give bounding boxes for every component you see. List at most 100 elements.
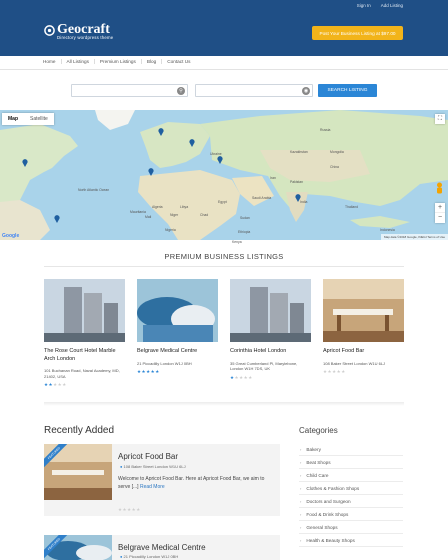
- category-item[interactable]: › Health & Beauty Shops: [299, 534, 403, 547]
- star-icon: ★: [336, 369, 341, 374]
- star-icon: ★: [230, 374, 235, 380]
- search-listing-button[interactable]: SEARCH LISTING: [318, 84, 377, 97]
- map-marker[interactable]: [217, 156, 223, 164]
- keyword-input[interactable]: ⚲: [71, 84, 188, 97]
- category-item[interactable]: › General Shops: [299, 521, 403, 534]
- bullet-icon: ›: [300, 524, 302, 530]
- map-place-label: Niger: [170, 213, 179, 217]
- star-icon: ★: [57, 382, 62, 387]
- nav-blog[interactable]: Blog: [142, 59, 163, 64]
- category-label[interactable]: General Shops: [306, 525, 337, 530]
- bullet-icon: ›: [300, 459, 302, 465]
- listing-title[interactable]: Belgrave Medical Centre: [118, 543, 206, 552]
- premium-card[interactable]: Corinthia Hotel London 35 Great Cumberla…: [230, 279, 311, 380]
- read-more-link[interactable]: Read More: [140, 484, 165, 490]
- listing-photo[interactable]: [137, 279, 218, 342]
- recent-listing[interactable]: FEATURED Belgrave Medical Centre ● 21 Pi…: [44, 535, 280, 560]
- map-marker[interactable]: [189, 139, 195, 147]
- zoom-in-button[interactable]: +: [435, 203, 445, 213]
- rating-stars: ★ ★ ★ ★ ★: [323, 369, 404, 374]
- add-listing-link[interactable]: Add Listing: [381, 3, 403, 8]
- map-marker[interactable]: [158, 128, 164, 136]
- sign-in-link[interactable]: Sign In: [357, 3, 371, 8]
- listing-address: 21 Piccadilly London W1J 0BH: [137, 360, 192, 366]
- map-place-label: India: [300, 200, 308, 204]
- map-marker[interactable]: [54, 215, 60, 223]
- bullet-icon: ›: [300, 511, 302, 517]
- star-icon: ★: [118, 507, 123, 512]
- category-item[interactable]: › Child Care: [299, 469, 403, 482]
- star-icon: ★: [155, 369, 160, 374]
- rating-stars: ★ ★ ★ ★ ★: [118, 507, 140, 512]
- premium-card[interactable]: Belgrave Medical Centre 21 Piccadilly Lo…: [137, 279, 218, 374]
- star-icon: ★: [62, 382, 67, 387]
- listing-address: ● 108 Baker Street London W1U 6LJ: [120, 464, 186, 469]
- category-item[interactable]: › Clothes & Fashion Shops: [299, 482, 403, 495]
- location-input[interactable]: ◉: [195, 84, 313, 97]
- nav-all-listings[interactable]: All Listings: [62, 59, 95, 64]
- main-nav: Home All Listings Premium Listings Blog …: [0, 56, 448, 70]
- star-icon: ★: [127, 507, 132, 512]
- category-item[interactable]: › Beat Shops: [299, 456, 403, 469]
- recent-section-title: Recently Added: [44, 425, 115, 436]
- map-place-label: Mali: [145, 215, 152, 219]
- listing-photo[interactable]: FEATURED: [44, 535, 112, 560]
- listing-name[interactable]: Apricot Food Bar: [323, 348, 404, 356]
- star-icon: ★: [332, 369, 337, 374]
- category-item[interactable]: › Bakery: [299, 443, 403, 456]
- map-place-label: Mongolia: [330, 150, 344, 154]
- map-place-label: Pakistan: [290, 180, 304, 184]
- listing-address-text: 21 Piccadilly London W1J 0BH: [123, 554, 179, 559]
- nav-contact[interactable]: Contact Us: [162, 59, 195, 64]
- listing-address: ● 21 Piccadilly London W1J 0BH: [120, 554, 178, 559]
- category-label[interactable]: Food & Drink Shops: [306, 512, 348, 517]
- bullet-icon: ›: [300, 472, 302, 478]
- listing-photo[interactable]: [323, 279, 404, 342]
- map-tab-satellite[interactable]: Satellite: [24, 113, 54, 125]
- bullet-icon: ›: [300, 485, 302, 491]
- star-icon: ★: [248, 374, 253, 380]
- map-credit: Map data ©2018 Google, INEGI Terms of Us…: [380, 234, 448, 240]
- category-label[interactable]: Doctors and Surgeon: [306, 499, 350, 504]
- map-place-label: North Atlantic Ocean: [78, 188, 110, 192]
- street-view-pegman-icon[interactable]: [435, 182, 444, 196]
- map-marker[interactable]: [22, 159, 28, 167]
- premium-card[interactable]: The Rose Court Hotel Marble Arch London …: [44, 279, 125, 387]
- bullet-icon: ›: [300, 498, 302, 504]
- listing-name[interactable]: Corinthia Hotel London: [230, 348, 311, 356]
- listing-title[interactable]: Apricot Food Bar: [118, 452, 178, 461]
- premium-section-title: PREMIUM BUSINESS LISTINGS: [164, 252, 284, 261]
- map-tab-map[interactable]: Map: [2, 113, 24, 125]
- listing-photo[interactable]: [230, 279, 311, 342]
- map-marker[interactable]: [148, 168, 154, 176]
- location-target-icon: ◉: [302, 87, 310, 95]
- listing-address: 101 Buchanan Road, Naval Academy, MD, 21…: [44, 368, 120, 379]
- listing-photo[interactable]: [44, 279, 125, 342]
- recent-listing[interactable]: FEATURED Apricot Food Bar ● 108 Baker St…: [44, 444, 280, 516]
- map-place-label: Nigeria: [165, 228, 176, 232]
- category-label[interactable]: Child Care: [306, 473, 328, 478]
- listing-name[interactable]: The Rose Court Hotel Marble Arch London: [44, 348, 125, 363]
- listing-address-text: 108 Baker Street London W1U 6LJ: [123, 464, 186, 469]
- map-place-label: Iran: [270, 176, 276, 180]
- listing-name[interactable]: Belgrave Medical Centre: [137, 348, 218, 356]
- post-listing-button[interactable]: Post Your Business Listing at $97.00: [312, 26, 403, 40]
- category-item[interactable]: › Doctors and Surgeon: [299, 495, 403, 508]
- category-label[interactable]: Health & Beauty Shops: [306, 538, 354, 543]
- premium-card[interactable]: Apricot Food Bar 108 Baker Street London…: [323, 279, 404, 374]
- category-label[interactable]: Bakery: [306, 447, 321, 452]
- map-place-label: Ukraine: [210, 152, 222, 156]
- nav-premium-listings[interactable]: Premium Listings: [95, 59, 142, 64]
- nav-home[interactable]: Home: [38, 59, 62, 64]
- listings-map[interactable]: Map Satellite ⛶ + − Google Map data ©201…: [0, 110, 448, 240]
- listing-photo[interactable]: FEATURED: [44, 444, 112, 500]
- divider: [44, 402, 404, 406]
- listing-address: 108 Baker Street London W1U 6LJ: [323, 360, 386, 366]
- category-label[interactable]: Beat Shops: [306, 460, 330, 465]
- star-icon: ★: [150, 369, 155, 374]
- category-label[interactable]: Clothes & Fashion Shops: [306, 486, 359, 491]
- world-map: [0, 110, 448, 240]
- fullscreen-icon[interactable]: ⛶: [435, 114, 445, 124]
- category-item[interactable]: › Food & Drink Shops: [299, 508, 403, 521]
- zoom-out-button[interactable]: −: [435, 213, 445, 223]
